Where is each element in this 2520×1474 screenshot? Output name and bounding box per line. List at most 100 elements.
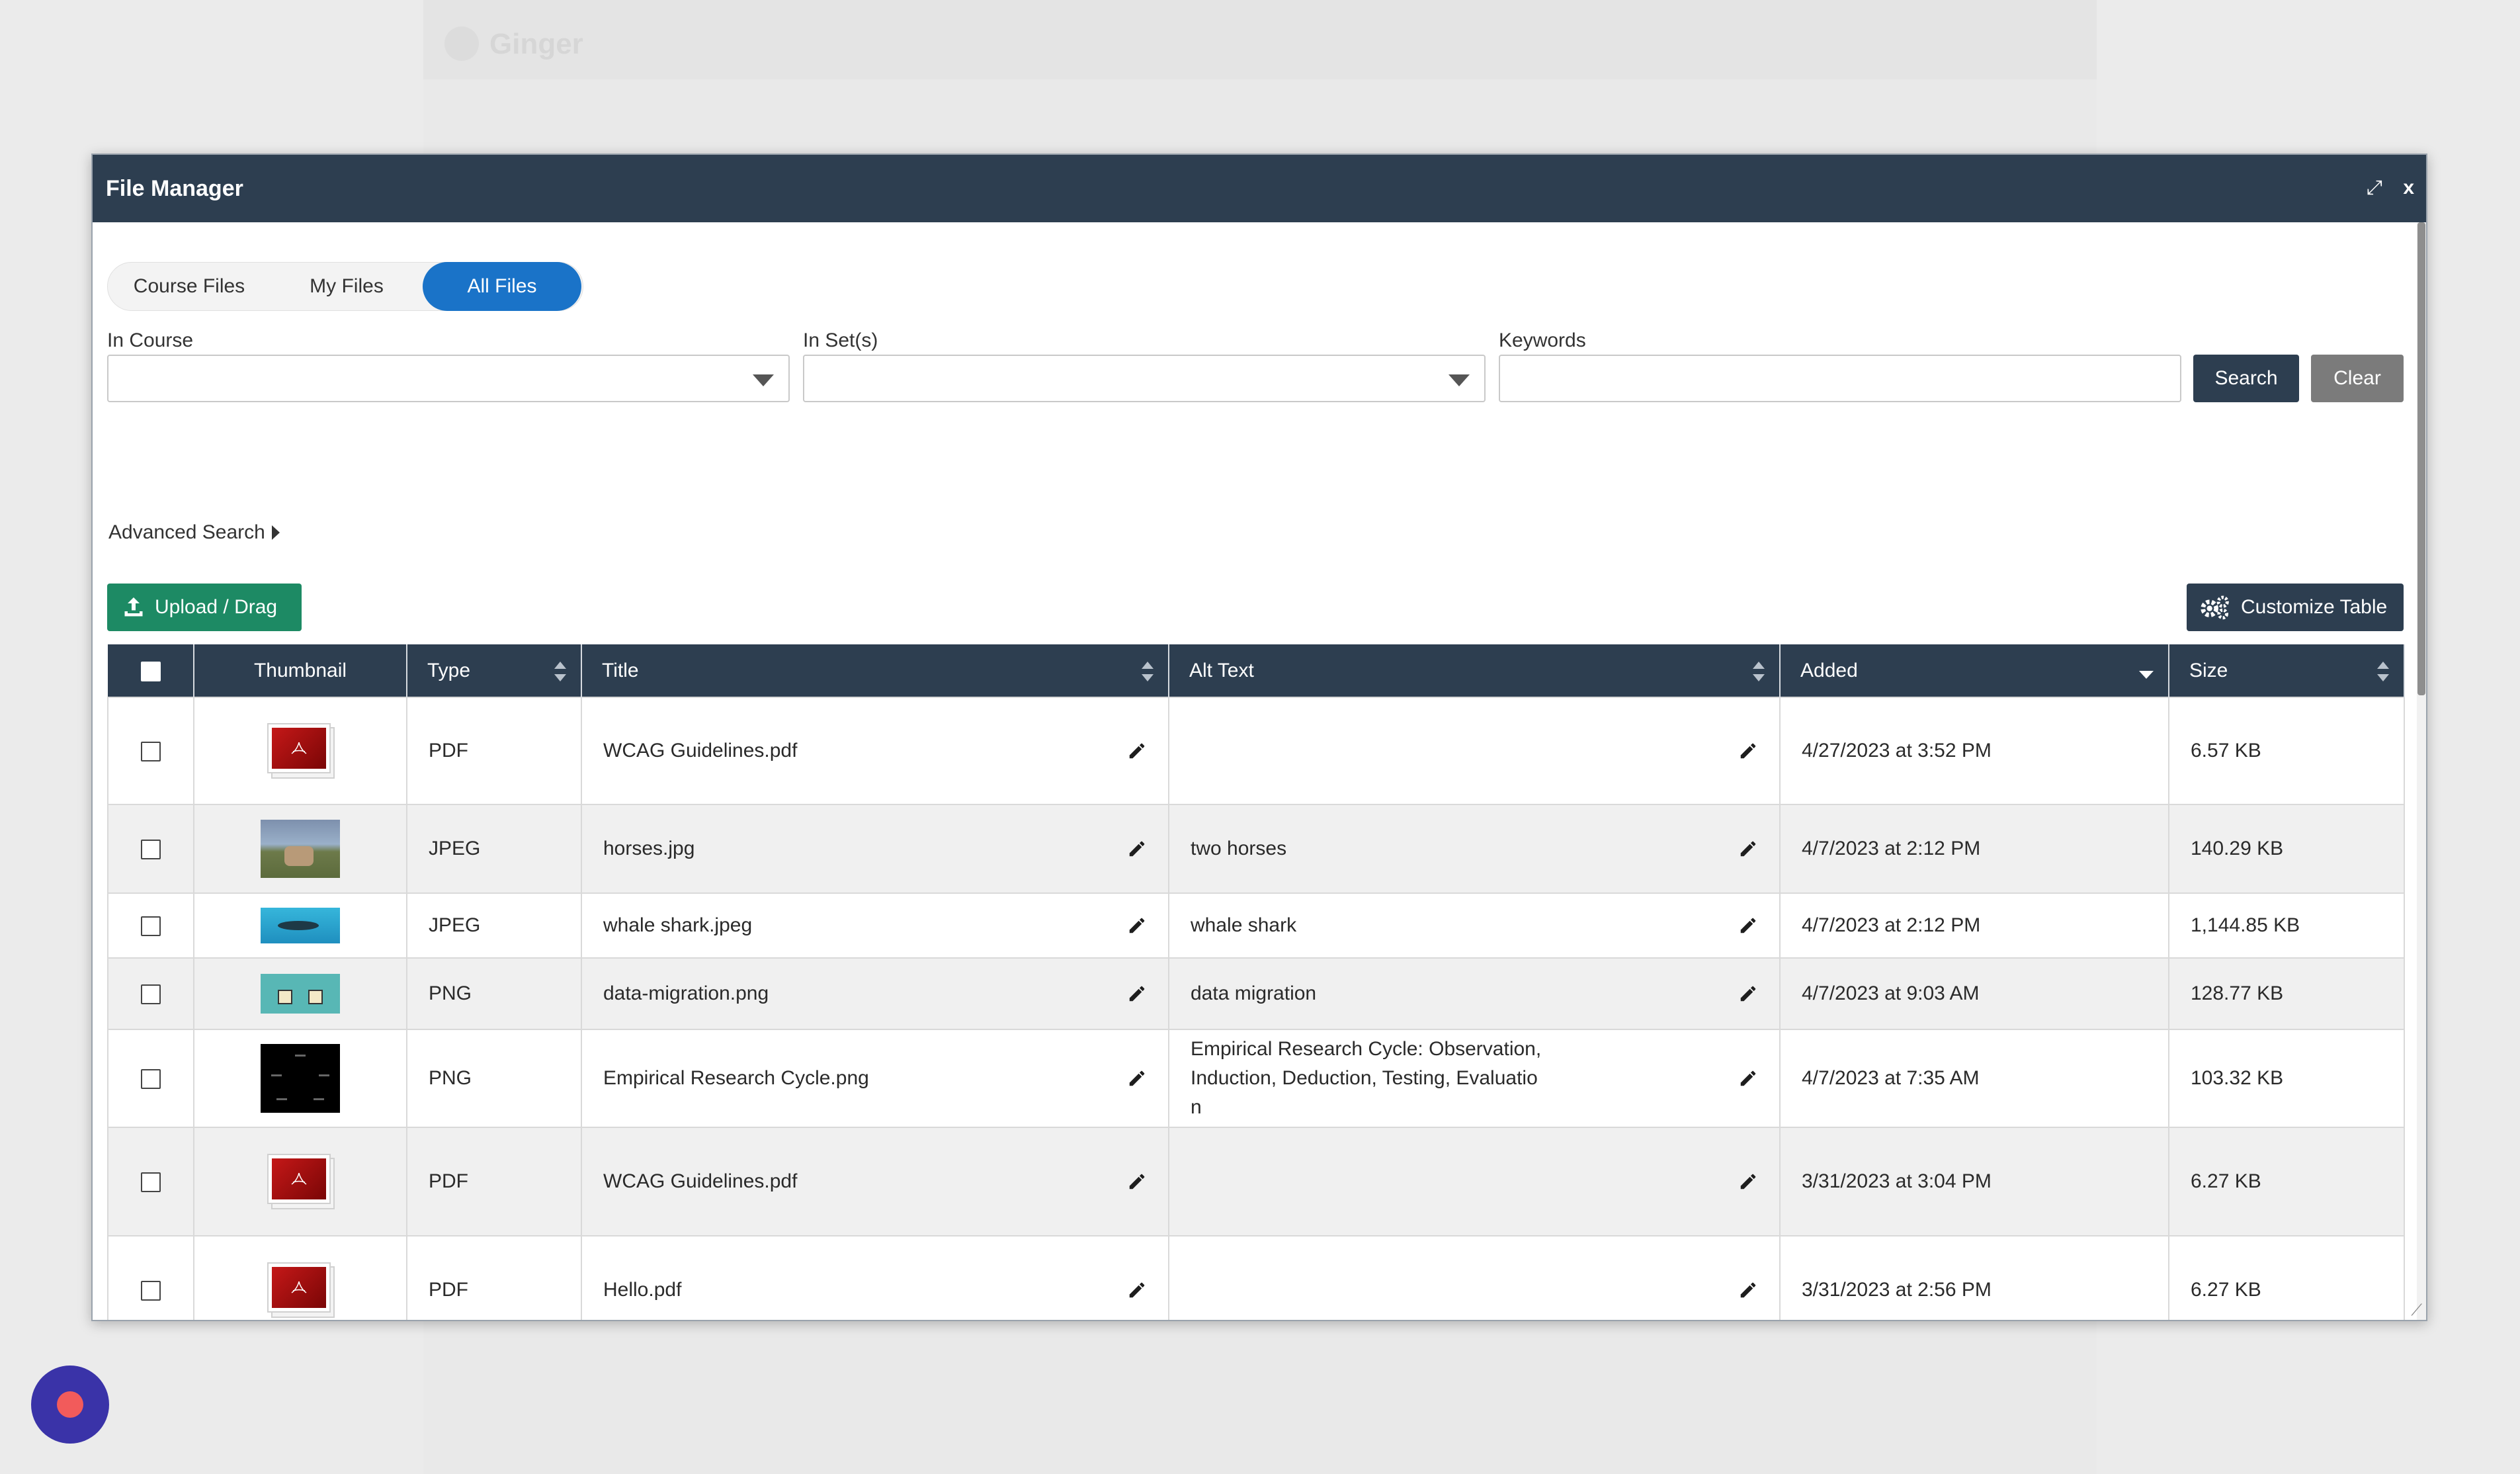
file-title: horses.jpg: [603, 838, 695, 859]
edit-title-pencil-icon[interactable]: [1127, 984, 1147, 1004]
thumbnail-cell: [193, 1029, 407, 1128]
alt-text: data migration: [1191, 982, 1317, 1004]
row-checkbox[interactable]: [141, 1069, 161, 1090]
tab-my-files[interactable]: My Files: [271, 262, 423, 311]
row-checkbox[interactable]: [141, 916, 161, 937]
title-cell: whale shark.jpeg: [581, 892, 1169, 959]
chevron-down-icon: [1449, 374, 1470, 386]
horses-image-thumbnail: [261, 820, 340, 878]
upload-label: Upload / Drag: [155, 596, 278, 618]
customize-table-button[interactable]: Customize Table: [2187, 584, 2404, 631]
expand-icon[interactable]: ⤢: [2367, 176, 2382, 200]
upload-icon: [122, 595, 146, 619]
thumbnail-cell: [193, 804, 407, 894]
scrollbar[interactable]: [2417, 222, 2426, 1320]
background-logo-icon: [444, 26, 479, 61]
shark-image-thumbnail: [261, 908, 340, 943]
alt-text-cell: [1168, 1235, 1781, 1320]
background-topbar: [423, 0, 2097, 79]
in-sets-select[interactable]: [803, 355, 1486, 402]
table-row[interactable]: PDF WCAG Guidelines.pdf 4/27/2023 at 3:52 …: [107, 697, 2405, 805]
files-table: Thumbnail Type Title Alt Text Added Size…: [107, 644, 2405, 1320]
advanced-search-label: Advanced Search: [108, 521, 265, 543]
edit-title-pencil-icon[interactable]: [1127, 916, 1147, 935]
upload-button[interactable]: Upload / Drag: [107, 584, 302, 631]
clear-button[interactable]: Clear: [2311, 355, 2404, 402]
table-header-row: Thumbnail Type Title Alt Text Added Size: [108, 644, 2405, 697]
edit-alt-text-pencil-icon[interactable]: [1738, 984, 1758, 1004]
file-title: data-migration.png: [603, 982, 769, 1004]
column-header-title[interactable]: Title: [581, 644, 1169, 697]
thumbnail-cell: [193, 1235, 407, 1320]
file-manager-dialog: File Manager ⤢ x ⟋ Course Files My Files…: [91, 153, 2427, 1321]
table-row[interactable]: PNG Empirical Research Cycle.png Empirical…: [107, 1029, 2405, 1128]
table-row[interactable]: PDF Hello.pdf 3/31/2023 at 2:56 PM 6.27 KB: [107, 1235, 2405, 1320]
file-title: whale shark.jpeg: [603, 914, 753, 936]
search-button[interactable]: Search: [2193, 355, 2299, 402]
scrollbar-thumb[interactable]: [2417, 222, 2425, 695]
tab-all-files[interactable]: All Files: [423, 262, 581, 311]
in-sets-label: In Set(s): [803, 329, 878, 351]
table-row[interactable]: JPEG whale shark.jpeg whale shark 4/7/2023 …: [107, 892, 2405, 959]
sort-icon: [1753, 662, 1765, 681]
dialog-header: File Manager ⤢ x: [93, 155, 2426, 222]
row-checkbox[interactable]: [141, 984, 161, 1005]
size-cell: 128.77 KB: [2168, 957, 2405, 1030]
row-select-cell: [107, 1029, 194, 1128]
select-all-checkbox[interactable]: [140, 661, 161, 681]
row-select-cell: [107, 804, 194, 894]
row-select-cell: [107, 697, 194, 805]
keywords-input[interactable]: [1499, 355, 2181, 402]
added-cell: 4/27/2023 at 3:52 PM: [1779, 697, 2169, 805]
title-cell: WCAG Guidelines.pdf: [581, 697, 1169, 805]
file-title: Empirical Research Cycle.png: [603, 1067, 869, 1089]
in-course-select[interactable]: [107, 355, 790, 402]
column-header-type[interactable]: Type: [407, 644, 582, 697]
column-header-size[interactable]: Size: [2169, 644, 2405, 697]
row-checkbox[interactable]: [141, 1281, 161, 1301]
alt-text-cell: [1168, 1127, 1781, 1236]
edit-alt-text-pencil-icon[interactable]: [1738, 741, 1758, 761]
edit-alt-text-pencil-icon[interactable]: [1738, 1280, 1758, 1300]
size-cell: 6.27 KB: [2168, 1127, 2405, 1236]
added-cell: 4/7/2023 at 7:35 AM: [1779, 1029, 2169, 1128]
type-cell: JPEG: [406, 804, 582, 894]
chevron-down-icon: [753, 374, 774, 386]
edit-title-pencil-icon[interactable]: [1127, 741, 1147, 761]
type-cell: PDF: [406, 697, 582, 805]
column-header-added[interactable]: Added: [1780, 644, 2169, 697]
edit-title-pencil-icon[interactable]: [1127, 839, 1147, 859]
row-checkbox[interactable]: [141, 840, 161, 860]
resize-handle-icon[interactable]: ⟋: [2411, 1301, 2422, 1320]
column-header-alt-text[interactable]: Alt Text: [1169, 644, 1781, 697]
close-icon[interactable]: x: [2403, 176, 2414, 200]
edit-title-pencil-icon[interactable]: [1127, 1172, 1147, 1192]
table-row[interactable]: PNG data-migration.png data migration 4/7/2…: [107, 957, 2405, 1030]
row-select-cell: [107, 957, 194, 1030]
row-select-cell: [107, 1127, 194, 1236]
edit-title-pencil-icon[interactable]: [1127, 1068, 1147, 1088]
advanced-search-toggle[interactable]: Advanced Search: [108, 521, 280, 544]
size-cell: 103.32 KB: [2168, 1029, 2405, 1128]
edit-alt-text-pencil-icon[interactable]: [1738, 916, 1758, 935]
table-row[interactable]: PDF WCAG Guidelines.pdf 3/31/2023 at 3:04 …: [107, 1127, 2405, 1236]
edit-alt-text-pencil-icon[interactable]: [1738, 839, 1758, 859]
thumbnail-cell: [193, 1127, 407, 1236]
column-header-thumbnail: Thumbnail: [194, 644, 407, 697]
edit-alt-text-pencil-icon[interactable]: [1738, 1068, 1758, 1088]
pdf-thumbnail: [265, 1152, 336, 1211]
added-cell: 3/31/2023 at 2:56 PM: [1779, 1235, 2169, 1320]
tab-course-files[interactable]: Course Files: [108, 262, 271, 311]
row-checkbox[interactable]: [141, 1172, 161, 1193]
row-checkbox[interactable]: [141, 742, 161, 762]
assistant-fab-button[interactable]: [31, 1366, 109, 1444]
edit-alt-text-pencil-icon[interactable]: [1738, 1172, 1758, 1192]
table-row[interactable]: JPEG horses.jpg two horses 4/7/2023 at 2:12…: [107, 804, 2405, 894]
thumbnail-cell: [193, 697, 407, 805]
keywords-label: Keywords: [1499, 329, 1586, 351]
alt-text-cell: two horses: [1168, 804, 1781, 894]
edit-title-pencil-icon[interactable]: [1127, 1280, 1147, 1300]
type-cell: PNG: [406, 957, 582, 1030]
select-all-header: [108, 644, 194, 697]
sort-icon: [554, 662, 566, 681]
